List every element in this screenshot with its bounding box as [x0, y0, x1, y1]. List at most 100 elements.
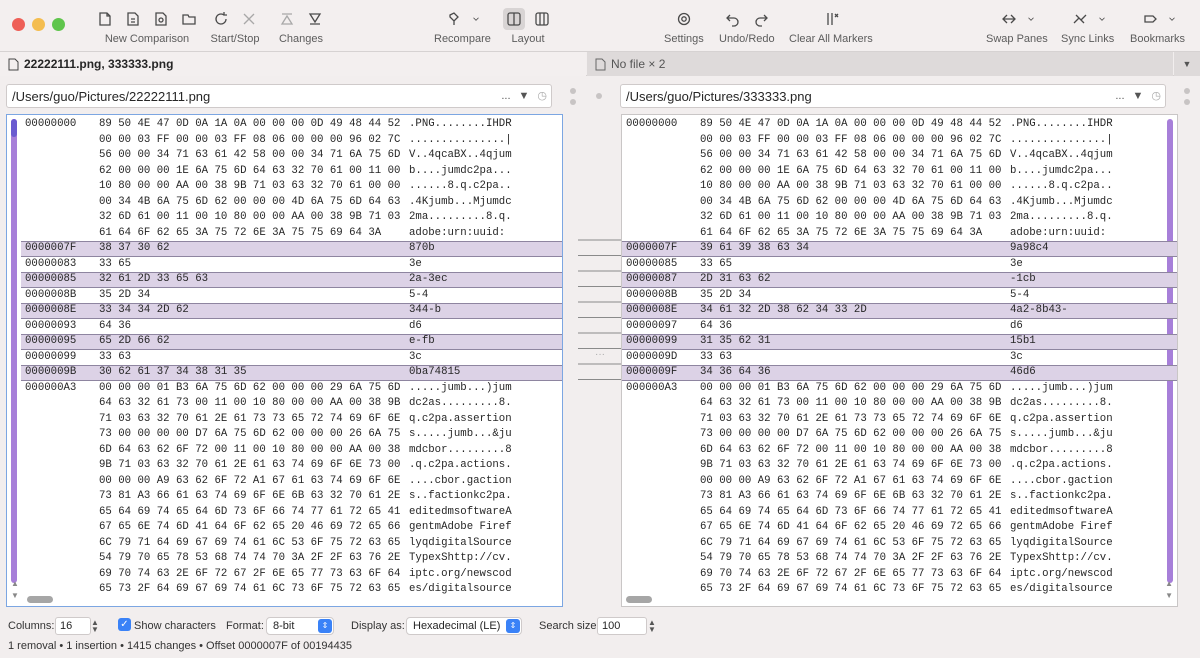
hex-row[interactable]: 6D 64 63 62 6F 72 00 11 00 10 80 00 00 A… [622, 443, 1177, 459]
hex-row[interactable]: 0000008B 35 2D 34 5-4 [21, 288, 562, 304]
hex-row[interactable]: 6C 79 71 64 69 67 69 74 61 6C 53 6F 75 7… [622, 536, 1177, 552]
hex-row[interactable]: 10 80 00 00 AA 00 38 9B 71 03 63 32 70 6… [21, 179, 562, 195]
hex-row[interactable]: 62 00 00 00 1E 6A 75 6D 64 63 32 70 61 0… [622, 164, 1177, 180]
diff-row[interactable]: 00000087 2D 31 63 62 -1cb [622, 272, 1177, 288]
gear-icon[interactable] [673, 8, 695, 30]
scroll-up-icon[interactable]: ▲ [11, 579, 19, 588]
vertical-layout-icon[interactable] [503, 8, 525, 30]
redo-icon[interactable] [750, 8, 772, 30]
hex-row[interactable]: 00 00 00 A9 63 62 6F 72 A1 67 61 63 74 6… [21, 474, 562, 490]
hex-row[interactable]: 0000008B 35 2D 34 5-4 [622, 288, 1177, 304]
search-size-field[interactable]: 100 [597, 617, 647, 635]
new-binary-comparison-icon[interactable] [122, 8, 144, 30]
diff-row[interactable]: 0000009F 34 36 64 36 46d6 [622, 365, 1177, 381]
hex-row[interactable]: 32 6D 61 00 11 00 10 80 00 00 AA 00 38 9… [622, 210, 1177, 226]
recompare-icon[interactable] [443, 8, 465, 30]
undo-icon[interactable] [722, 8, 744, 30]
hex-row[interactable]: 6C 79 71 64 69 67 69 74 61 6C 53 6F 75 7… [21, 536, 562, 552]
hex-row[interactable]: 64 63 32 61 73 00 11 00 10 80 00 00 AA 0… [21, 396, 562, 412]
hex-row[interactable]: 73 00 00 00 00 D7 6A 75 6D 62 00 00 00 2… [21, 427, 562, 443]
hex-row[interactable]: 65 64 69 74 65 64 6D 73 6F 66 74 77 61 7… [622, 505, 1177, 521]
sync-links-icon[interactable] [1069, 8, 1091, 30]
hex-row[interactable]: 000000A3 00 00 00 01 B3 6A 75 6D 62 00 00… [21, 381, 562, 397]
previous-change-icon[interactable] [276, 8, 298, 30]
diff-row[interactable]: 0000008E 33 34 34 2D 62 344-b [21, 303, 562, 319]
gutter-dots[interactable]: ··· [595, 349, 605, 360]
display-as-select[interactable]: Hexadecimal (LE) ⇕ [406, 617, 522, 635]
format-select[interactable]: 8-bit ⇕ [266, 617, 334, 635]
scroll-down-icon[interactable]: ▼ [11, 591, 19, 600]
right-file-path[interactable]: /Users/guo/Pictures/333333.png ... ▼ ◷ [620, 84, 1166, 108]
hex-row[interactable]: 69 70 74 63 2E 6F 72 67 2F 6E 65 77 73 6… [21, 567, 562, 583]
left-scroll-position[interactable] [11, 119, 17, 137]
hex-row[interactable]: 73 81 A3 66 61 63 74 69 6F 6E 6B 63 32 7… [622, 489, 1177, 505]
search-size-stepper[interactable]: ▲ ▼ [648, 619, 656, 634]
hex-row[interactable]: 56 00 00 34 71 63 61 42 58 00 00 34 71 6… [21, 148, 562, 164]
right-path-ellipsis[interactable]: ... [1115, 90, 1124, 102]
hex-row[interactable]: 9B 71 03 63 32 70 61 2E 61 63 74 69 6F 6… [21, 458, 562, 474]
hex-row[interactable]: 00000093 64 36 d6 [21, 319, 562, 335]
diff-row[interactable]: 00000085 32 61 2D 33 65 63 2a-3ec [21, 272, 562, 288]
right-hex-pane[interactable]: 00000000 89 50 4E 47 0D 0A 1A 0A 00 00 00… [621, 114, 1178, 607]
hex-row[interactable]: 65 73 2F 64 69 67 69 74 61 6C 73 6F 75 7… [21, 582, 562, 598]
show-characters-checkbox[interactable]: ✓ [118, 618, 131, 631]
clear-markers-icon[interactable] [820, 8, 842, 30]
tab-overflow-menu[interactable]: ▼ [1174, 52, 1200, 76]
hex-row[interactable]: 00 00 03 FF 00 00 03 FF 08 06 00 00 00 9… [21, 133, 562, 149]
hex-row[interactable]: 00000085 33 65 3e [622, 257, 1177, 273]
diff-row[interactable]: 0000008E 34 61 32 2D 38 62 34 33 2D 4a2-8b… [622, 303, 1177, 319]
bookmark-icon[interactable] [1139, 8, 1161, 30]
tab-active-comparison[interactable]: 22222111.png, 333333.png [0, 52, 586, 76]
chevron-down-icon[interactable] [1097, 8, 1107, 30]
hex-row[interactable]: 73 00 00 00 00 D7 6A 75 6D 62 00 00 00 2… [622, 427, 1177, 443]
hex-row[interactable]: 54 79 70 65 78 53 68 74 74 70 3A 2F 2F 6… [21, 551, 562, 567]
hex-row[interactable]: 6D 64 63 62 6F 72 00 11 00 10 80 00 00 A… [21, 443, 562, 459]
two-column-layout-icon[interactable] [531, 8, 553, 30]
close-window-button[interactable] [12, 18, 25, 31]
columns-stepper[interactable]: ▲ ▼ [91, 619, 99, 634]
new-text-comparison-icon[interactable] [94, 8, 116, 30]
hex-row[interactable]: 67 65 6E 74 6D 41 64 6F 62 65 20 46 69 7… [21, 520, 562, 536]
hex-row[interactable]: 73 81 A3 66 61 63 74 69 6F 6E 6B 63 32 7… [21, 489, 562, 505]
minimize-window-button[interactable] [32, 18, 45, 31]
hex-row[interactable]: 61 64 6F 62 65 3A 75 72 6E 3A 75 75 69 6… [21, 226, 562, 242]
hex-row[interactable]: 56 00 00 34 71 63 61 42 58 00 00 34 71 6… [622, 148, 1177, 164]
swap-panes-icon[interactable] [998, 8, 1020, 30]
hex-row[interactable]: 65 73 2F 64 69 67 69 74 61 6C 73 6F 75 7… [622, 582, 1177, 598]
hex-row[interactable]: 62 00 00 00 1E 6A 75 6D 64 63 32 70 61 0… [21, 164, 562, 180]
hex-row[interactable]: 00 00 00 A9 63 62 6F 72 A1 67 61 63 74 6… [622, 474, 1177, 490]
next-change-icon[interactable] [304, 8, 326, 30]
left-horizontal-scrollbar[interactable] [27, 596, 53, 603]
hex-row[interactable]: 00000099 33 63 3c [21, 350, 562, 366]
hex-row[interactable]: 00000000 89 50 4E 47 0D 0A 1A 0A 00 00 00… [622, 117, 1177, 133]
hex-row[interactable]: 32 6D 61 00 11 00 10 80 00 00 AA 00 38 9… [21, 210, 562, 226]
zoom-window-button[interactable] [52, 18, 65, 31]
diff-row[interactable]: 0000007F 39 61 39 38 63 34 9a98c4 [622, 241, 1177, 257]
hex-row[interactable]: 61 64 6F 62 65 3A 75 72 6E 3A 75 75 69 6… [622, 226, 1177, 242]
diff-row[interactable]: 00000095 65 2D 66 62 e-fb [21, 334, 562, 350]
scroll-down-icon[interactable]: ▼ [1165, 591, 1173, 600]
hex-row[interactable]: 10 80 00 00 AA 00 38 9B 71 03 63 32 70 6… [622, 179, 1177, 195]
hex-row[interactable]: 000000A3 00 00 00 01 B3 6A 75 6D 62 00 00… [622, 381, 1177, 397]
refresh-icon[interactable] [210, 8, 232, 30]
hex-row[interactable]: 71 03 63 32 70 61 2E 61 73 73 65 72 74 6… [21, 412, 562, 428]
hex-row[interactable]: 64 63 32 61 73 00 11 00 10 80 00 00 AA 0… [622, 396, 1177, 412]
hex-row[interactable]: 0000009D 33 63 3c [622, 350, 1177, 366]
hex-row[interactable]: 71 03 63 32 70 61 2E 61 73 73 65 72 74 6… [622, 412, 1177, 428]
hex-row[interactable]: 67 65 6E 74 6D 41 64 6F 62 65 20 46 69 7… [622, 520, 1177, 536]
hex-row[interactable]: 54 79 70 65 78 53 68 74 74 70 3A 2F 2F 6… [622, 551, 1177, 567]
hex-row[interactable]: 00000000 89 50 4E 47 0D 0A 1A 0A 00 00 00… [21, 117, 562, 133]
hex-row[interactable]: 9B 71 03 63 32 70 61 2E 61 63 74 69 6F 6… [622, 458, 1177, 474]
diff-row[interactable]: 0000009B 30 62 61 37 34 38 31 35 0ba74815 [21, 365, 562, 381]
columns-field[interactable]: 16 [55, 617, 91, 635]
left-file-path[interactable]: /Users/guo/Pictures/22222111.png ... ▼ ◷ [6, 84, 552, 108]
right-horizontal-scrollbar[interactable] [626, 596, 652, 603]
chevron-down-icon[interactable]: ▼ [1133, 90, 1144, 102]
chevron-down-icon[interactable] [471, 8, 481, 30]
hex-row[interactable]: 00 34 4B 6A 75 6D 62 00 00 00 4D 6A 75 6… [21, 195, 562, 211]
hex-row[interactable]: 00 00 03 FF 00 00 03 FF 08 06 00 00 00 9… [622, 133, 1177, 149]
chevron-down-icon[interactable]: ▼ [519, 90, 530, 102]
hex-row[interactable]: 00000097 64 36 d6 [622, 319, 1177, 335]
chevron-down-icon[interactable] [1167, 8, 1177, 30]
tab-empty-comparison[interactable]: No file × 2 [587, 52, 1173, 76]
